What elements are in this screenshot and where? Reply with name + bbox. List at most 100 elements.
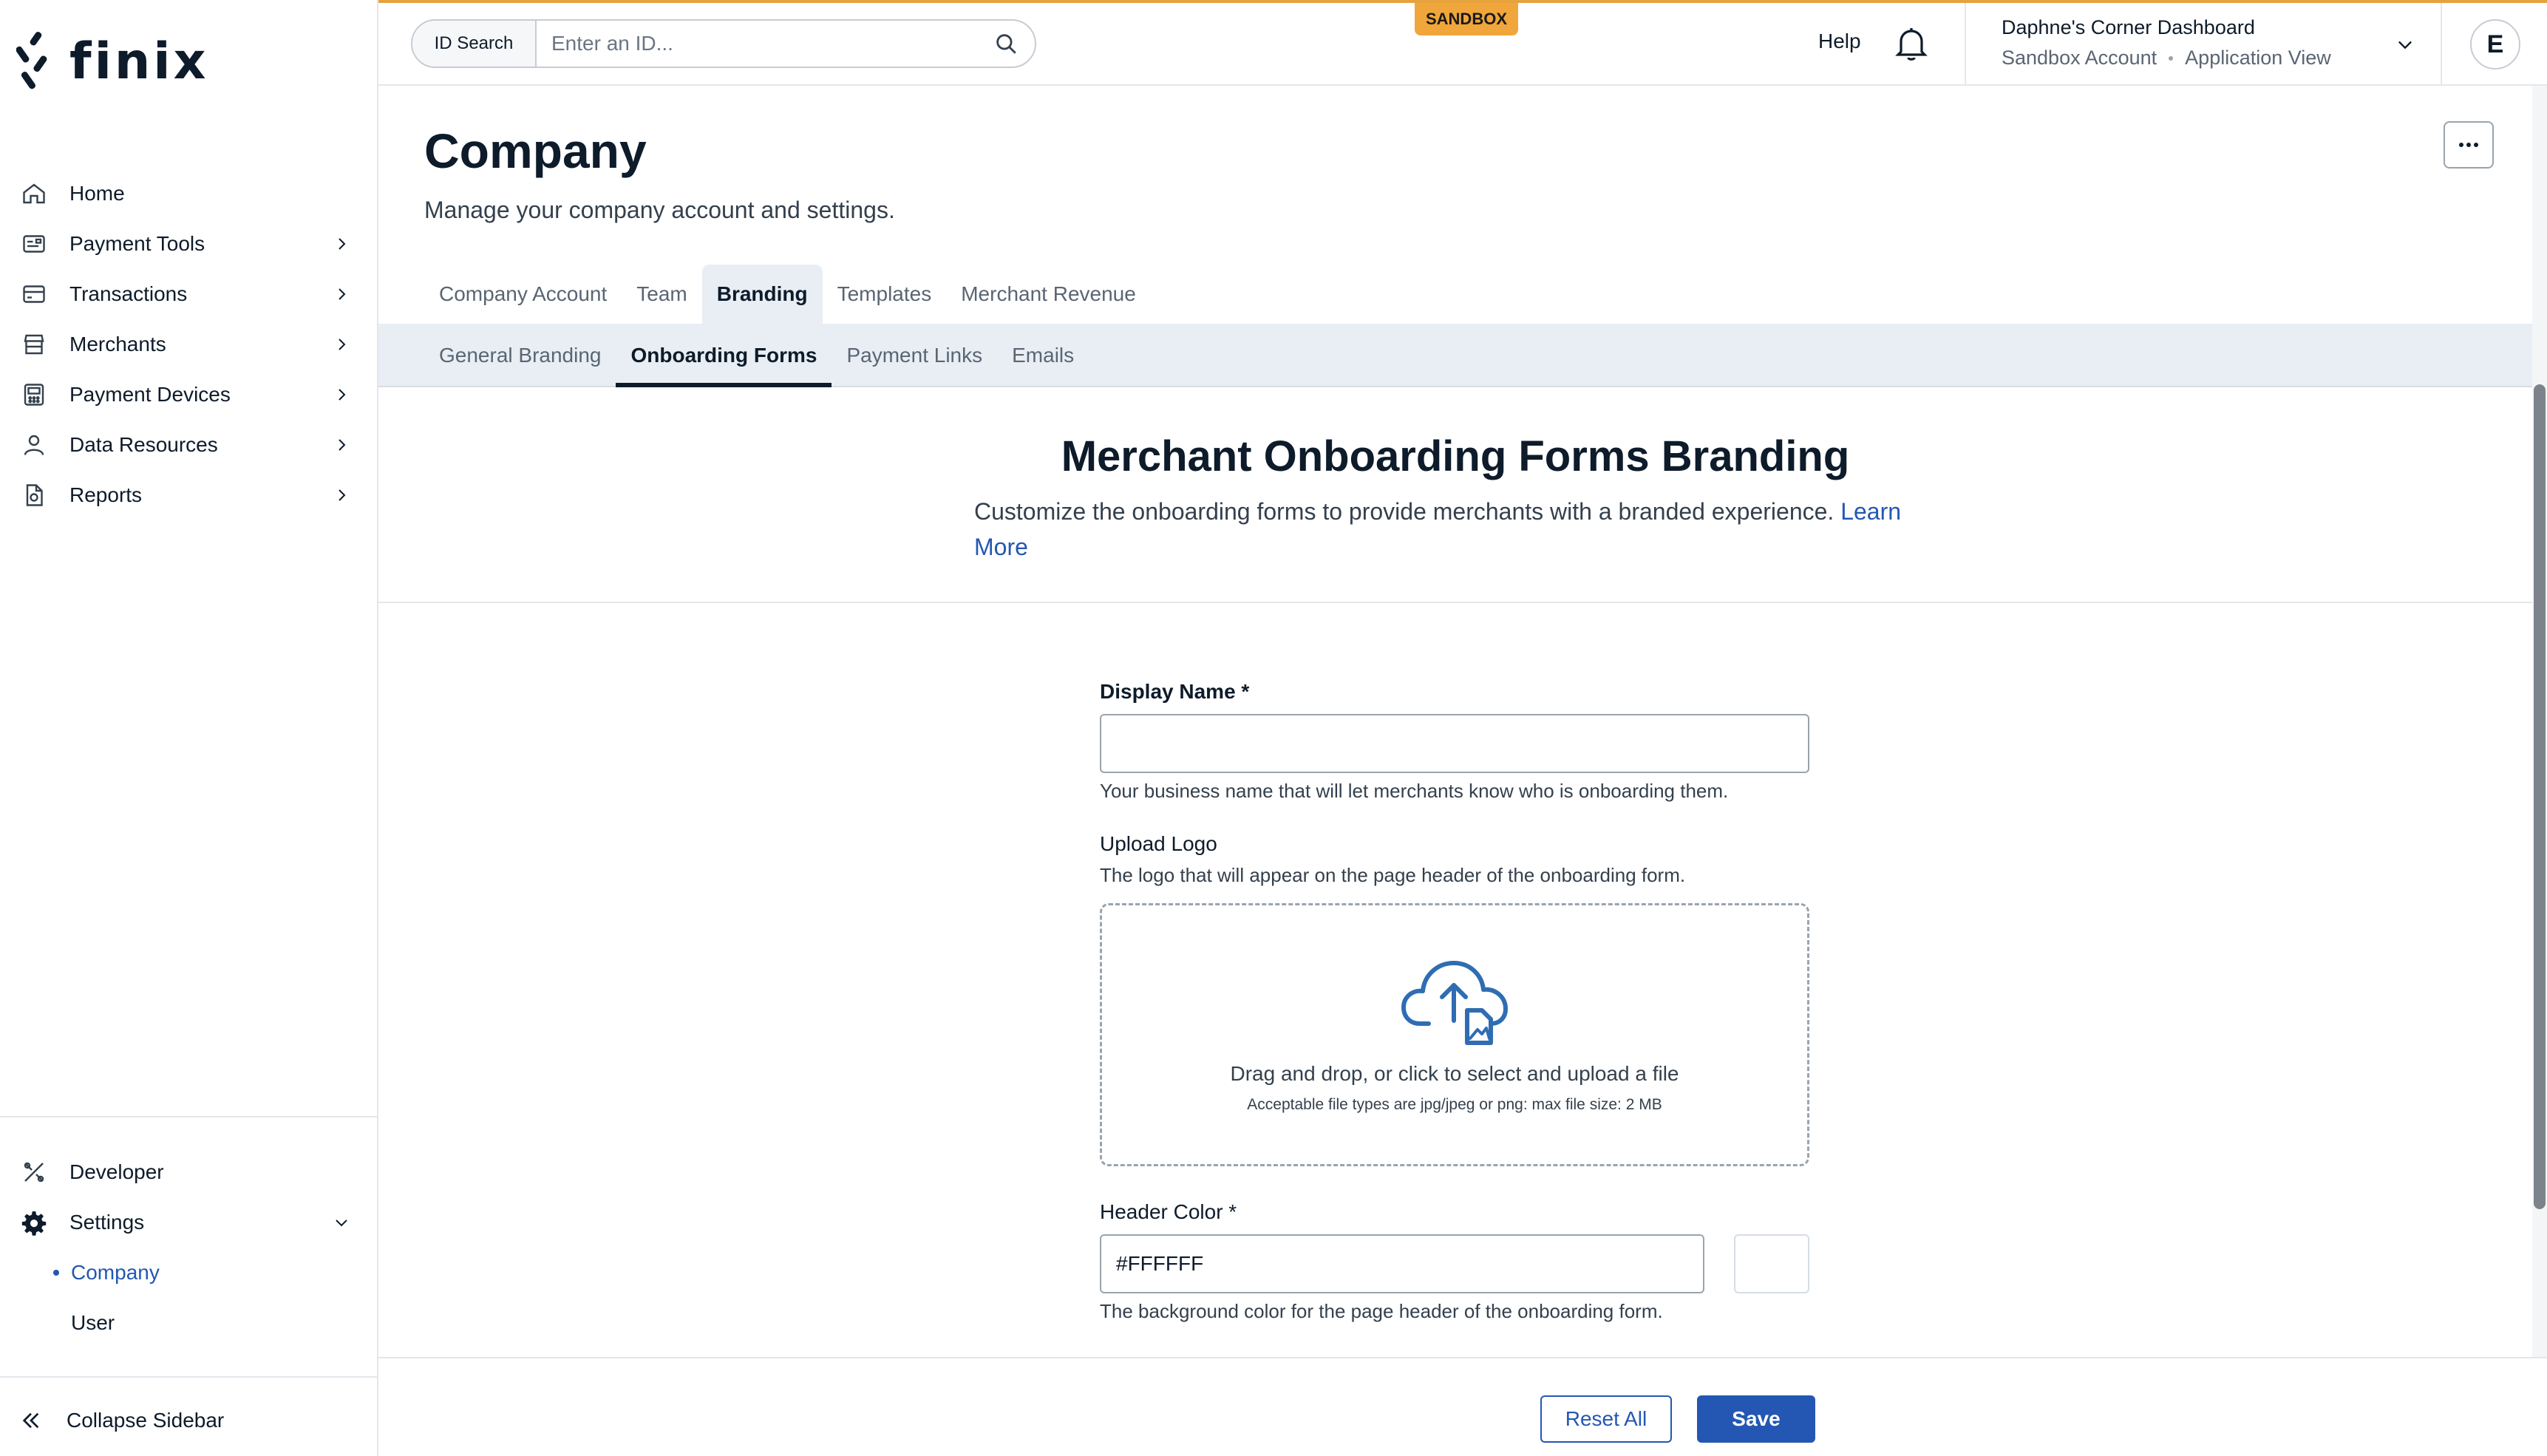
sidebar-item-label: Home (69, 182, 125, 205)
top-header: ID Search SANDBOX Help Daphne's Corner D… (378, 0, 2547, 86)
header-color-swatch[interactable] (1734, 1234, 1809, 1293)
subtab-emails[interactable]: Emails (997, 324, 1089, 387)
header-color-helper: The background color for the page header… (1100, 1300, 1663, 1322)
branding-subtabs: General Branding Onboarding Forms Paymen… (424, 324, 1089, 387)
sidebar-item-label: Merchants (69, 333, 166, 356)
sidebar-item-reports[interactable]: Reports (0, 470, 377, 520)
sidebar-divider (0, 1116, 377, 1117)
sidebar-item-label: Payment Devices (69, 383, 231, 406)
data-resources-icon (24, 435, 44, 455)
sidebar-item-label: Reports (69, 483, 143, 506)
cloud-upload-icon (1401, 961, 1508, 1045)
chevron-down-icon (2398, 41, 2412, 50)
sidebar-item-payment-devices[interactable]: Payment Devices (0, 370, 377, 420)
search-icon[interactable] (993, 31, 1019, 56)
home-icon (23, 183, 45, 204)
sidebar-subitem-user[interactable]: User (0, 1298, 377, 1348)
header-color-label: Header Color * (1100, 1200, 1237, 1223)
chevron-right-icon (339, 238, 346, 250)
chevron-right-icon (339, 439, 346, 451)
header-color-input[interactable] (1100, 1234, 1704, 1293)
sidebar-divider (0, 1376, 377, 1378)
tab-branding[interactable]: Branding (701, 265, 823, 324)
subtab-payment-links[interactable]: Payment Links (832, 324, 997, 387)
merchants-icon (24, 334, 44, 355)
onboarding-branding-form: Display Name * Your business name that w… (1100, 680, 1809, 1323)
display-name-label: Display Name * (1100, 680, 1250, 703)
scrollbar-thumb[interactable] (2534, 384, 2546, 1209)
main-tabs: Company Account Team Branding Templates … (424, 265, 1151, 324)
subtab-onboarding-forms[interactable]: Onboarding Forms (616, 324, 832, 387)
sidebar-item-home[interactable]: Home (0, 169, 377, 219)
separator-dot (2169, 55, 2174, 61)
dashboard-title: Daphne's Corner Dashboard (2002, 16, 2255, 38)
dropzone-file-types: Acceptable file types are jpg/jpeg or pn… (1247, 1096, 1662, 1113)
sidebar-subitem-label: User (71, 1311, 115, 1334)
sidebar-item-transactions[interactable]: Transactions (0, 269, 377, 319)
logo-dropzone[interactable]: Drag and drop, or click to select and up… (1100, 903, 1809, 1166)
chevron-right-icon (339, 339, 346, 350)
section-title: Merchant Onboarding Forms Branding (1061, 432, 1850, 480)
chevron-down-icon (336, 1219, 347, 1227)
finix-logo-text: finix (69, 32, 209, 91)
sidebar-item-label: Developer (69, 1160, 164, 1183)
id-search-input[interactable] (537, 21, 993, 67)
double-chevron-left-icon (22, 1412, 39, 1429)
tab-team[interactable]: Team (622, 265, 701, 324)
user-avatar[interactable]: E (2470, 19, 2520, 69)
sidebar-item-label: Data Resources (69, 433, 218, 456)
dashboard-switcher[interactable]: Daphne's Corner Dashboard Sandbox Accoun… (2002, 16, 2415, 75)
display-name-input[interactable] (1100, 714, 1809, 773)
sidebar-item-label: Settings (69, 1211, 145, 1234)
finix-logo-mark-icon (16, 32, 47, 89)
reset-all-button[interactable]: Reset All (1540, 1395, 1672, 1443)
page-subtitle: Manage your company account and settings… (424, 197, 895, 223)
collapse-sidebar-button[interactable]: Collapse Sidebar (0, 1395, 377, 1446)
subtab-general-branding[interactable]: General Branding (424, 324, 616, 387)
gear-icon (21, 1211, 47, 1236)
sidebar-item-settings[interactable]: Settings (0, 1197, 377, 1248)
sidebar-item-label: Payment Tools (69, 232, 205, 255)
ellipsis-icon (2459, 143, 2478, 147)
bell-icon[interactable] (1894, 25, 1929, 64)
upload-logo-helper: The logo that will appear on the page he… (1100, 864, 1686, 886)
sidebar-item-data-resources[interactable]: Data Resources (0, 420, 377, 470)
sidebar-bottom-nav: Developer Settings Company User (0, 1147, 377, 1348)
chevron-right-icon (339, 489, 346, 501)
header-divider (2441, 3, 2442, 86)
id-search-label[interactable]: ID Search (412, 21, 537, 67)
chevron-right-icon (339, 288, 346, 300)
dashboard-account: Sandbox Account (2002, 47, 2157, 69)
dashboard-context: Sandbox Account Application View (2002, 47, 2415, 69)
header-divider (1965, 3, 1966, 86)
upload-logo-field: Upload Logo The logo that will appear on… (1100, 832, 1809, 1166)
sidebar-item-developer[interactable]: Developer (0, 1147, 377, 1197)
tab-company-account[interactable]: Company Account (424, 265, 622, 324)
sandbox-badge: SANDBOX (1415, 3, 1518, 35)
page-title: Company (424, 123, 647, 178)
dropzone-instructions: Drag and drop, or click to select and up… (1230, 1062, 1679, 1085)
upload-logo-label: Upload Logo (1100, 832, 1217, 855)
sidebar-nav: Home Payment Tools Transactions Merchant… (0, 169, 377, 520)
finix-logo[interactable]: finix (16, 30, 208, 93)
reports-icon (26, 484, 43, 506)
tab-templates[interactable]: Templates (823, 265, 947, 324)
chevron-right-icon (339, 389, 346, 401)
form-action-bar: Reset All Save (378, 1357, 2547, 1456)
display-name-helper: Your business name that will let merchan… (1100, 780, 1729, 802)
section-description-text: Customize the onboarding forms to provid… (974, 498, 1834, 525)
tab-merchant-revenue[interactable]: Merchant Revenue (946, 265, 1151, 324)
section-description: Customize the onboarding forms to provid… (974, 494, 1950, 565)
transactions-icon (23, 285, 45, 303)
sidebar-subitem-label: Company (71, 1261, 160, 1284)
more-actions-button[interactable] (2444, 121, 2494, 169)
dashboard-view: Application View (2185, 47, 2331, 69)
sidebar-item-merchants[interactable]: Merchants (0, 319, 377, 370)
save-button[interactable]: Save (1697, 1395, 1815, 1443)
sidebar-subitem-company[interactable]: Company (0, 1248, 377, 1298)
help-link[interactable]: Help (1818, 30, 1861, 53)
collapse-sidebar-label: Collapse Sidebar (67, 1409, 225, 1432)
sidebar: finix Home Payment Tools Transactions Me… (0, 0, 378, 1456)
sidebar-item-label: Transactions (69, 282, 188, 305)
sidebar-item-payment-tools[interactable]: Payment Tools (0, 219, 377, 269)
